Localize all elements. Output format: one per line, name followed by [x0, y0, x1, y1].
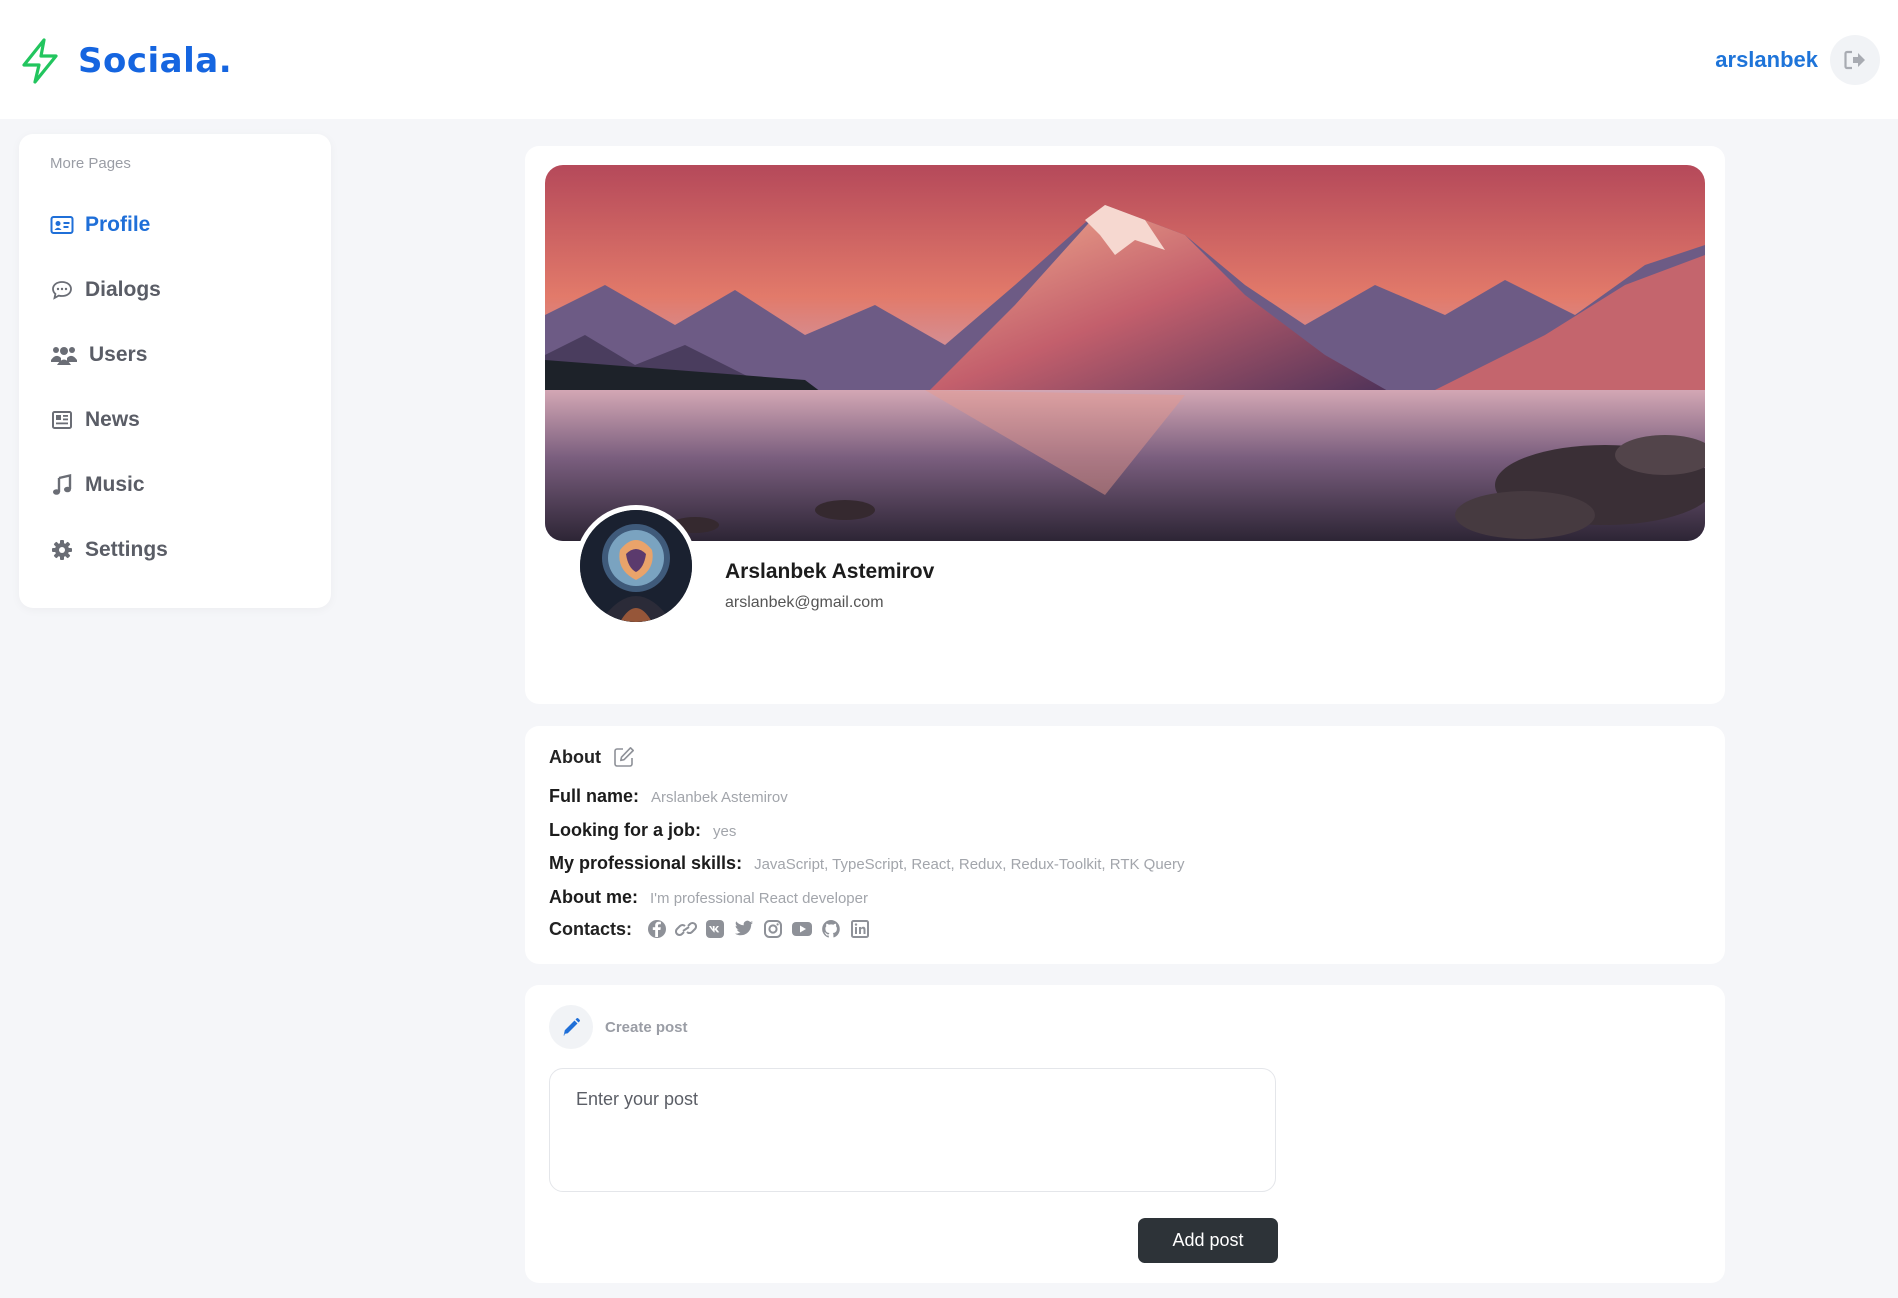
- about-row-label: My professional skills:: [549, 853, 743, 873]
- sidebar-item-label: Settings: [85, 538, 168, 561]
- logout-icon: [1844, 50, 1865, 70]
- linkedin-icon[interactable]: [849, 918, 871, 940]
- twitter-icon[interactable]: [733, 918, 755, 940]
- about-row-skills: My professional skills: JavaScript, Type…: [549, 853, 1185, 874]
- about-row-value: Arslanbek Astemirov: [651, 789, 788, 806]
- vk-icon[interactable]: [704, 918, 726, 940]
- sidebar-item-label: Users: [89, 343, 148, 366]
- users-icon: [49, 342, 79, 368]
- gear-icon: [49, 537, 75, 563]
- sidebar-item-label: News: [85, 408, 140, 431]
- profile-name: Arslanbek Astemirov: [725, 560, 935, 583]
- top-header: Sociala. arslanbek: [0, 0, 1898, 119]
- create-post-card: Create post Add post: [525, 985, 1725, 1283]
- music-note-icon: [49, 472, 75, 498]
- sidebar-item-profile[interactable]: Profile: [49, 205, 150, 245]
- sidebar-item-dialogs[interactable]: Dialogs: [49, 270, 161, 310]
- create-post-header: Create post: [549, 1005, 688, 1049]
- about-title-label: About: [549, 746, 601, 767]
- about-row-label: Looking for a job:: [549, 820, 701, 840]
- sidebar-item-label: Dialogs: [85, 278, 161, 301]
- profile-card: Arslanbek Astemirov arslanbek@gmail.com: [525, 146, 1725, 704]
- about-row-full-name: Full name: Arslanbek Astemirov: [549, 786, 788, 807]
- youtube-icon[interactable]: [791, 918, 813, 940]
- sidebar-item-news[interactable]: News: [49, 400, 140, 440]
- sidebar: More Pages Profile Dialogs Users News Mu…: [19, 134, 331, 608]
- profile-email: arslanbek@gmail.com: [725, 594, 884, 611]
- sidebar-item-label: Profile: [85, 213, 151, 236]
- sidebar-item-music[interactable]: Music: [49, 465, 145, 505]
- about-title: About: [549, 746, 635, 768]
- instagram-icon[interactable]: [762, 918, 784, 940]
- lightning-bolt-icon: [22, 38, 58, 84]
- edit-icon[interactable]: [613, 746, 635, 768]
- about-row-value: JavaScript, TypeScript, React, Redux, Re…: [754, 856, 1185, 873]
- sidebar-item-users[interactable]: Users: [49, 335, 147, 375]
- id-card-icon: [49, 212, 75, 238]
- contacts-label: Contacts:: [549, 918, 633, 939]
- sidebar-item-settings[interactable]: Settings: [49, 530, 168, 570]
- about-row-value: I'm professional React developer: [650, 890, 868, 907]
- create-post-title: Create post: [605, 1018, 688, 1036]
- logo-text: Sociala.: [78, 41, 233, 81]
- about-row-value: yes: [712, 823, 737, 840]
- post-input[interactable]: [549, 1068, 1276, 1192]
- logo[interactable]: Sociala.: [18, 38, 232, 84]
- about-card: About Full name: Arslanbek Astemirov Loo…: [525, 726, 1725, 964]
- github-icon[interactable]: [820, 918, 842, 940]
- contacts-row: Contacts:: [549, 918, 878, 940]
- chat-bubble-icon: [49, 277, 75, 303]
- header-username[interactable]: arslanbek: [1715, 47, 1818, 73]
- sidebar-caption: More Pages: [50, 155, 131, 172]
- pencil-icon: [549, 1005, 593, 1049]
- newspaper-icon: [49, 407, 75, 433]
- avatar[interactable]: [575, 505, 697, 627]
- about-row-label: Full name:: [549, 786, 640, 806]
- about-row-label: About me:: [549, 887, 638, 907]
- logout-button[interactable]: [1830, 35, 1880, 85]
- about-row-about-me: About me: I'm professional React develop…: [549, 887, 868, 908]
- add-post-button[interactable]: Add post: [1138, 1218, 1278, 1263]
- about-row-looking-for-job: Looking for a job: yes: [549, 820, 736, 841]
- website-link-icon[interactable]: [675, 918, 698, 940]
- sidebar-item-label: Music: [85, 473, 145, 496]
- facebook-icon[interactable]: [646, 918, 668, 940]
- cover-image: [545, 165, 1705, 541]
